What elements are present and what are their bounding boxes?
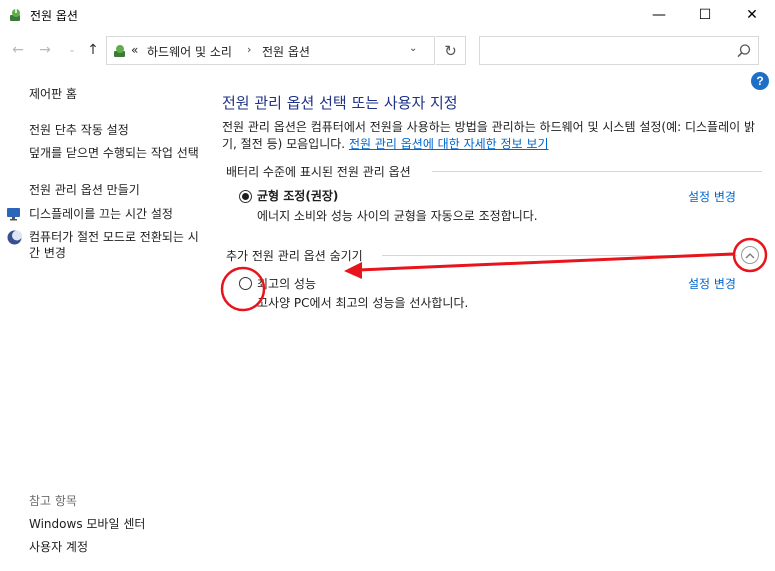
more-info-link[interactable]: 전원 관리 옵션에 대한 자세한 정보 보기 [349, 137, 549, 151]
change-settings-link-balanced[interactable]: 설정 변경 [688, 188, 736, 205]
refresh-button[interactable]: ↻ [436, 36, 466, 65]
navigation-bar: ← → ⌄ ↑ « 하드웨어 및 소리 › 전원 옵션 ⌄ ↻ [0, 33, 775, 67]
collapse-hidden-plans-button[interactable] [741, 246, 759, 264]
breadcrumb-hardware-sound[interactable]: 하드웨어 및 소리 [147, 43, 232, 60]
plan-desc-ultimate-performance: 고사양 PC에서 최고의 성능을 선사합니다. [257, 296, 469, 310]
help-icon[interactable]: ? [751, 72, 769, 90]
annotation-arrow-head [344, 262, 362, 279]
annotation-overlay [220, 237, 768, 312]
sidebar-item-display-off[interactable]: 디스플레이를 끄는 시간 설정 [29, 206, 173, 222]
breadcrumb-power-options[interactable]: 전원 옵션 [262, 43, 310, 60]
search-input[interactable] [479, 36, 759, 65]
close-button[interactable]: ✕ [729, 0, 775, 30]
sidebar-item-lid-close[interactable]: 덮개를 닫으면 수행되는 작업 선택 [29, 145, 199, 161]
plan-name-ultimate-performance[interactable]: 최고의 성능 [257, 275, 316, 292]
plan-radio-ultimate-performance[interactable] [239, 277, 252, 290]
window-title: 전원 옵션 [30, 9, 78, 23]
plan-radio-balanced[interactable] [239, 190, 252, 203]
page-title: 전원 관리 옵션 선택 또는 사용자 지정 [222, 94, 458, 112]
annotation-arrow-line [357, 252, 734, 272]
control-panel-icon [114, 45, 125, 57]
sidebar-control-panel-home[interactable]: 제어판 홈 [29, 86, 77, 102]
chevron-up-icon [745, 252, 755, 258]
sleep-moon-icon [7, 230, 22, 245]
sidebar-item-power-button[interactable]: 전원 단추 작동 설정 [29, 122, 129, 138]
breadcrumb-overflow[interactable]: « [131, 43, 138, 57]
back-button[interactable]: ← [9, 41, 27, 59]
change-settings-link-ultimate-performance[interactable]: 설정 변경 [688, 275, 736, 292]
battery-plans-group-label: 배터리 수준에 표시된 전원 관리 옵션 [226, 165, 411, 179]
search-icon [737, 44, 751, 58]
breadcrumb-separator[interactable]: › [247, 43, 251, 56]
maximize-button[interactable]: ☐ [682, 0, 728, 30]
title-bar: 전원 옵션 — ☐ ✕ [0, 0, 775, 30]
page-description: 전원 관리 옵션은 컴퓨터에서 전원을 사용하는 방법을 관리하는 하드웨어 및… [222, 119, 762, 153]
sidebar-item-create-plan[interactable]: 전원 관리 옵션 만들기 [29, 182, 140, 198]
up-button[interactable]: ↑ [84, 41, 102, 59]
hidden-plans-group-label[interactable]: 추가 전원 관리 옵션 숨기기 [226, 247, 363, 264]
see-also-mobility-center[interactable]: Windows 모바일 센터 [29, 516, 145, 532]
group-divider [432, 171, 762, 172]
plan-name-balanced[interactable]: 균형 조정(권장) [257, 187, 338, 204]
see-also-header: 참고 항목 [29, 494, 77, 508]
plan-desc-balanced: 에너지 소비와 성능 사이의 균형을 자동으로 조정합니다. [257, 209, 538, 223]
display-shield-icon [7, 208, 20, 221]
group-divider [382, 255, 737, 256]
forward-button[interactable]: → [36, 41, 54, 59]
recent-locations-button[interactable]: ⌄ [63, 41, 81, 59]
minimize-button[interactable]: — [636, 0, 682, 30]
sidebar-item-sleep-time[interactable]: 컴퓨터가 절전 모드로 전환되는 시간 변경 [29, 229, 199, 261]
address-dropdown-button[interactable]: ⌄ [409, 43, 417, 54]
address-bar[interactable]: « 하드웨어 및 소리 › 전원 옵션 ⌄ [106, 36, 435, 65]
see-also-user-accounts[interactable]: 사용자 계정 [29, 539, 88, 555]
power-options-icon [10, 9, 20, 21]
